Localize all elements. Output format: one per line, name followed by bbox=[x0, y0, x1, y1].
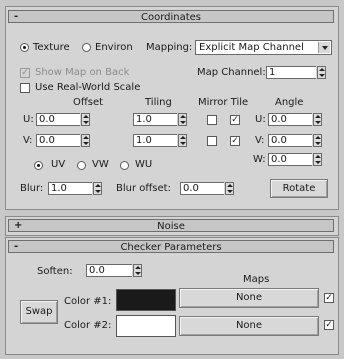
vw-label: VW bbox=[92, 159, 109, 170]
soften-spinner[interactable] bbox=[133, 264, 142, 277]
uv-radio[interactable] bbox=[34, 161, 43, 170]
soften-label: Soften: bbox=[37, 266, 73, 277]
maps-header: Maps bbox=[243, 274, 270, 285]
map1-enable-checkbox[interactable]: ✓ bbox=[324, 293, 334, 303]
v-angle-input[interactable]: 0.0 bbox=[268, 134, 312, 147]
u-label: U: bbox=[23, 114, 34, 125]
blur-offset-label: Blur offset: bbox=[116, 183, 171, 194]
swap-button[interactable]: Swap bbox=[20, 300, 58, 324]
tiling-header: Tiling bbox=[145, 97, 172, 108]
checkmark-icon: ✓ bbox=[21, 68, 29, 78]
collapse-icon: - bbox=[14, 241, 19, 252]
noise-title: Noise bbox=[157, 221, 185, 232]
u-mirror-checkbox[interactable] bbox=[207, 115, 217, 125]
blur-offset-input[interactable]: 0.0 bbox=[180, 182, 224, 195]
w-angle-spinner[interactable] bbox=[313, 153, 322, 166]
map2-button[interactable]: None bbox=[179, 316, 319, 336]
checkmark-icon: ✓ bbox=[231, 115, 239, 125]
u-tiling-input[interactable]: 1.0 bbox=[133, 113, 177, 126]
checkmark-icon: ✓ bbox=[325, 293, 333, 303]
u-offset-spinner[interactable] bbox=[81, 113, 90, 126]
v-angle-label: V: bbox=[255, 135, 265, 146]
v-tiling-spinner[interactable] bbox=[178, 134, 187, 147]
noise-rollout-header[interactable]: + Noise bbox=[8, 219, 334, 232]
v-label: V: bbox=[23, 135, 33, 146]
map-channel-spinner[interactable] bbox=[317, 66, 326, 79]
uv-label: UV bbox=[51, 159, 66, 170]
mapping-value: Explicit Map Channel bbox=[199, 42, 304, 53]
u-tile-checkbox[interactable]: ✓ bbox=[230, 115, 240, 125]
mapping-dropdown[interactable]: Explicit Map Channel bbox=[195, 40, 332, 55]
v-mirror-checkbox[interactable] bbox=[207, 136, 217, 146]
v-offset-input[interactable]: 0.0 bbox=[36, 134, 80, 147]
show-map-on-back-label: Show Map on Back bbox=[35, 67, 130, 78]
show-map-on-back-checkbox[interactable]: ✓ bbox=[20, 68, 30, 78]
vw-radio[interactable] bbox=[77, 161, 86, 170]
w-angle-label: W: bbox=[253, 154, 266, 165]
v-tile-checkbox[interactable]: ✓ bbox=[230, 136, 240, 146]
environ-label: Environ bbox=[95, 42, 133, 53]
color2-swatch[interactable] bbox=[116, 315, 176, 337]
use-real-world-scale-checkbox[interactable] bbox=[20, 83, 30, 93]
texture-label: Texture bbox=[33, 42, 70, 53]
blur-label: Blur: bbox=[20, 183, 44, 194]
blur-spinner[interactable] bbox=[93, 182, 102, 195]
checkmark-icon: ✓ bbox=[231, 136, 239, 146]
color1-swatch[interactable] bbox=[116, 289, 176, 311]
map-channel-label: Map Channel: bbox=[197, 67, 266, 78]
offset-header: Offset bbox=[73, 97, 104, 108]
coordinates-rollout-header[interactable]: - Coordinates bbox=[8, 10, 334, 23]
color2-label: Color #2: bbox=[64, 320, 112, 331]
v-angle-spinner[interactable] bbox=[313, 134, 322, 147]
wu-radio[interactable] bbox=[120, 161, 129, 170]
map1-button[interactable]: None bbox=[179, 288, 319, 308]
u-offset-input[interactable]: 0.0 bbox=[36, 113, 80, 126]
mirror-tile-header: Mirror Tile bbox=[198, 97, 249, 108]
coordinates-title: Coordinates bbox=[140, 12, 202, 23]
texture-radio[interactable] bbox=[20, 43, 29, 52]
u-tiling-spinner[interactable] bbox=[178, 113, 187, 126]
map2-enable-checkbox[interactable]: ✓ bbox=[324, 320, 334, 330]
u-angle-spinner[interactable] bbox=[313, 113, 322, 126]
v-offset-spinner[interactable] bbox=[81, 134, 90, 147]
blur-offset-spinner[interactable] bbox=[225, 182, 234, 195]
w-angle-input[interactable]: 0.0 bbox=[268, 153, 312, 166]
chevron-down-icon[interactable] bbox=[318, 42, 330, 53]
rotate-button[interactable]: Rotate bbox=[270, 179, 328, 198]
checker-rollout-header[interactable]: - Checker Parameters bbox=[8, 240, 334, 253]
collapse-icon: - bbox=[14, 11, 19, 22]
u-angle-input[interactable]: 0.0 bbox=[268, 113, 312, 126]
u-angle-label: U: bbox=[255, 114, 266, 125]
color1-label: Color #1: bbox=[64, 296, 112, 307]
expand-icon: + bbox=[14, 220, 23, 231]
environ-radio[interactable] bbox=[82, 43, 91, 52]
mapping-label: Mapping: bbox=[146, 42, 193, 53]
checkmark-icon: ✓ bbox=[325, 320, 333, 330]
use-real-world-scale-label: Use Real-World Scale bbox=[35, 82, 141, 93]
map-channel-input[interactable]: 1 bbox=[266, 66, 316, 79]
wu-label: WU bbox=[135, 159, 153, 170]
v-tiling-input[interactable]: 1.0 bbox=[133, 134, 177, 147]
checker-title: Checker Parameters bbox=[120, 242, 222, 253]
blur-input[interactable]: 1.0 bbox=[48, 182, 92, 195]
soften-input[interactable]: 0.0 bbox=[86, 264, 132, 277]
angle-header: Angle bbox=[275, 97, 304, 108]
